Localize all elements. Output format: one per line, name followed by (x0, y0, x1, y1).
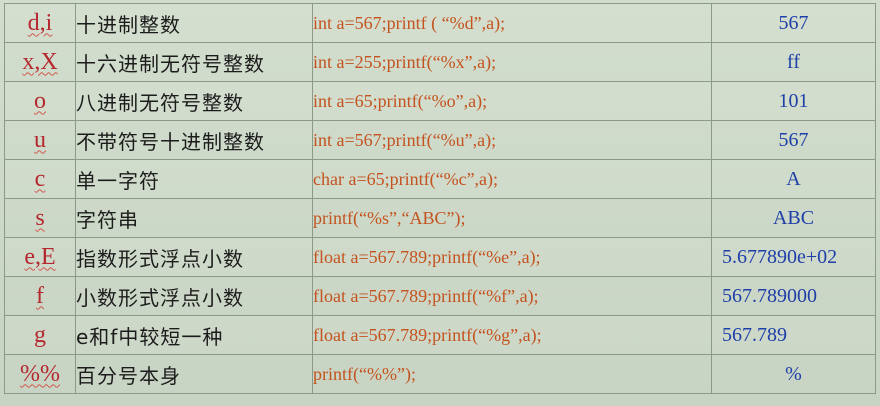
description-cell: 字符串 (75, 198, 313, 238)
table-row: o 八进制无符号整数 int a=65;printf(“%o”,a); 101 (4, 81, 876, 121)
format-specifier: o (34, 87, 46, 114)
description-cell: e和f中较短一种 (75, 315, 313, 355)
table-row: d,i 十进制整数 int a=567;printf ( “%d”,a); 56… (4, 3, 876, 43)
format-specifier-cell: c (4, 159, 76, 199)
code-example-cell: char a=65;printf(“%c”,a); (312, 159, 712, 199)
description-cell: 单一字符 (75, 159, 313, 199)
format-specifier-cell: g (4, 315, 76, 355)
output-cell: 101 (711, 81, 876, 121)
format-specifier-cell: f (4, 276, 76, 316)
output-cell: ff (711, 42, 876, 82)
code-example-cell: printf(“%s”,“ABC”); (312, 198, 712, 238)
output-cell: 567.789000 (711, 276, 876, 316)
output-cell: 567 (711, 120, 876, 160)
format-specifier: e,E (24, 243, 56, 270)
format-specifier: f (36, 282, 44, 309)
format-specifier: g (34, 321, 46, 348)
format-specifier-cell: o (4, 81, 76, 121)
format-specifier-cell: d,i (4, 3, 76, 43)
format-specifier-cell: e,E (4, 237, 76, 277)
code-example-cell: int a=567;printf(“%u”,a); (312, 120, 712, 160)
format-specifier: x,X (22, 48, 58, 75)
description-cell: 十六进制无符号整数 (75, 42, 313, 82)
table-row: s 字符串 printf(“%s”,“ABC”); ABC (4, 198, 876, 238)
output-cell: A (711, 159, 876, 199)
printf-format-table: d,i 十进制整数 int a=567;printf ( “%d”,a); 56… (4, 3, 876, 394)
description-cell: 小数形式浮点小数 (75, 276, 313, 316)
format-specifier: s (35, 204, 45, 231)
table-row: c 单一字符 char a=65;printf(“%c”,a); A (4, 159, 876, 199)
format-specifier-cell: %% (4, 354, 76, 394)
code-example-cell: float a=567.789;printf(“%g”,a); (312, 315, 712, 355)
table-row: %% 百分号本身 printf(“%%”); % (4, 354, 876, 394)
table-row: e,E 指数形式浮点小数 float a=567.789;printf(“%e”… (4, 237, 876, 277)
output-cell: ABC (711, 198, 876, 238)
code-example-cell: int a=65;printf(“%o”,a); (312, 81, 712, 121)
format-specifier: c (34, 165, 46, 192)
format-specifier-cell: s (4, 198, 76, 238)
description-cell: 指数形式浮点小数 (75, 237, 313, 277)
output-cell: 5.677890e+02 (711, 237, 876, 277)
format-specifier: %% (20, 360, 60, 387)
code-example-cell: float a=567.789;printf(“%f”,a); (312, 276, 712, 316)
description-cell: 不带符号十进制整数 (75, 120, 313, 160)
code-example-cell: int a=255;printf(“%x”,a); (312, 42, 712, 82)
format-specifier-cell: x,X (4, 42, 76, 82)
format-specifier: d,i (27, 9, 53, 36)
output-cell: 567.789 (711, 315, 876, 355)
output-cell: 567 (711, 3, 876, 43)
slide-background: d,i 十进制整数 int a=567;printf ( “%d”,a); 56… (0, 0, 880, 406)
format-specifier: u (34, 126, 46, 153)
format-specifier-cell: u (4, 120, 76, 160)
table-row: f 小数形式浮点小数 float a=567.789;printf(“%f”,a… (4, 276, 876, 316)
description-cell: 百分号本身 (75, 354, 313, 394)
code-example-cell: int a=567;printf ( “%d”,a); (312, 3, 712, 43)
code-example-cell: float a=567.789;printf(“%e”,a); (312, 237, 712, 277)
description-cell: 十进制整数 (75, 3, 313, 43)
output-cell: % (711, 354, 876, 394)
description-cell: 八进制无符号整数 (75, 81, 313, 121)
table-row: g e和f中较短一种 float a=567.789;printf(“%g”,a… (4, 315, 876, 355)
table-row: x,X 十六进制无符号整数 int a=255;printf(“%x”,a); … (4, 42, 876, 82)
code-example-cell: printf(“%%”); (312, 354, 712, 394)
table-row: u 不带符号十进制整数 int a=567;printf(“%u”,a); 56… (4, 120, 876, 160)
